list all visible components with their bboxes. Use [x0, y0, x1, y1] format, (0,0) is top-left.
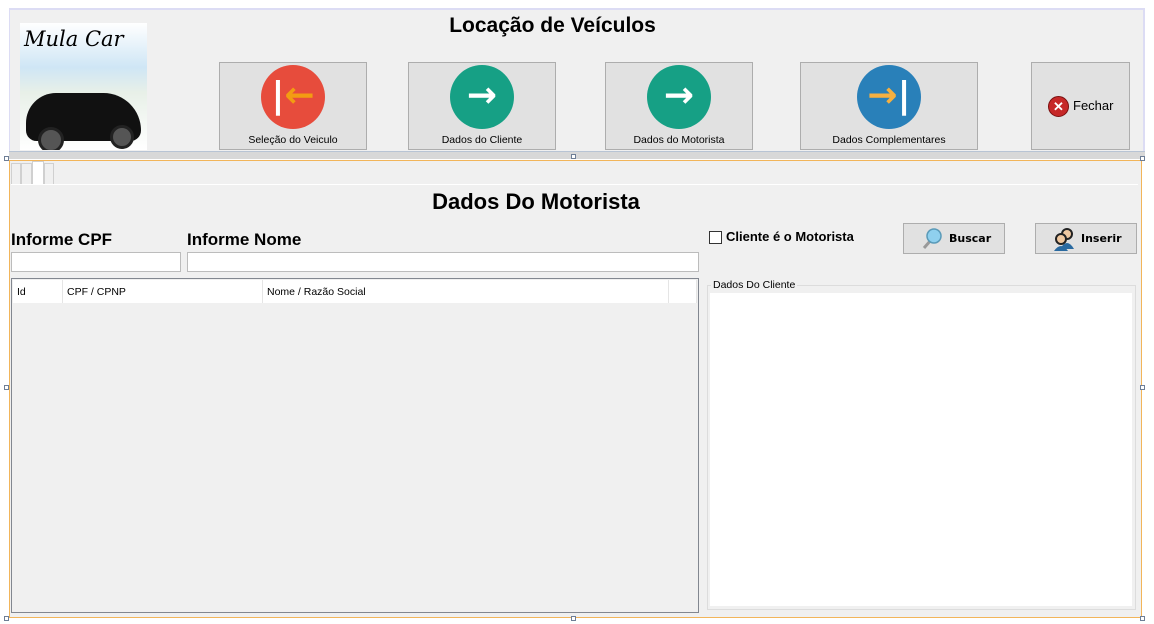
- resize-handle[interactable]: [4, 616, 9, 621]
- client-details-area: [710, 293, 1132, 606]
- resize-handle[interactable]: [1140, 385, 1145, 390]
- insert-button[interactable]: Inserir: [1035, 223, 1137, 254]
- resize-handle[interactable]: [4, 156, 9, 161]
- arrow-left-bar-icon: |←: [261, 65, 325, 129]
- close-label: Fechar: [1073, 98, 1114, 113]
- logo-text: Mula Car: [24, 27, 124, 51]
- insert-label: Inserir: [1081, 232, 1122, 245]
- name-input[interactable]: [187, 252, 699, 272]
- name-label: Informe Nome: [187, 230, 302, 249]
- users-icon: [1054, 228, 1074, 251]
- search-button[interactable]: Buscar: [903, 223, 1005, 254]
- column-id[interactable]: Id: [13, 280, 63, 303]
- cpf-input[interactable]: [11, 252, 181, 272]
- car-image: [26, 93, 141, 150]
- close-circle-icon: ✕: [1048, 96, 1069, 117]
- column-nome[interactable]: Nome / Razão Social: [263, 280, 669, 303]
- app-title: Locação de Veículos: [449, 14, 656, 37]
- tab-active[interactable]: [32, 161, 44, 185]
- grid-header: Id CPF / CPNP Nome / Razão Social: [13, 280, 697, 303]
- arrow-right-icon: →: [647, 65, 711, 129]
- arrow-right-bar-icon: →|: [857, 65, 921, 129]
- resize-handle[interactable]: [571, 154, 576, 159]
- column-cpf[interactable]: CPF / CPNP: [63, 280, 263, 303]
- nav-selecao-veiculo-button[interactable]: |← Seleção do Veiculo: [219, 62, 367, 150]
- drivers-grid[interactable]: Id CPF / CPNP Nome / Razão Social: [11, 278, 699, 613]
- tab-2[interactable]: [21, 163, 32, 185]
- tab-1[interactable]: [11, 163, 21, 185]
- section-title: Dados Do Motorista: [432, 189, 640, 214]
- client-group-label: Dados Do Cliente: [711, 279, 798, 291]
- nav-dados-motorista-button[interactable]: → Dados do Motorista: [605, 62, 753, 150]
- resize-handle[interactable]: [4, 385, 9, 390]
- search-icon: [922, 228, 942, 249]
- button-label: Dados Complementares: [832, 134, 946, 146]
- logo: Mula Car: [20, 23, 147, 150]
- tab-4[interactable]: [44, 163, 54, 185]
- resize-handle[interactable]: [1140, 156, 1145, 161]
- search-label: Buscar: [949, 232, 992, 245]
- nav-dados-cliente-button[interactable]: → Dados do Cliente: [408, 62, 556, 150]
- column-extra[interactable]: [669, 280, 697, 303]
- button-label: Dados do Cliente: [441, 134, 523, 146]
- cpf-label: Informe CPF: [11, 230, 113, 249]
- resize-handle[interactable]: [571, 616, 576, 621]
- arrow-right-icon: →: [450, 65, 514, 129]
- checkbox-label[interactable]: Cliente é o Motorista: [726, 229, 854, 244]
- cliente-motorista-checkbox[interactable]: [709, 231, 722, 244]
- button-label: Dados do Motorista: [633, 134, 725, 146]
- splitter[interactable]: [9, 151, 1145, 159]
- close-button[interactable]: ✕ Fechar: [1031, 62, 1130, 150]
- nav-dados-complementares-button[interactable]: →| Dados Complementares: [800, 62, 978, 150]
- button-label: Seleção do Veiculo: [248, 134, 338, 146]
- resize-handle[interactable]: [1140, 616, 1145, 621]
